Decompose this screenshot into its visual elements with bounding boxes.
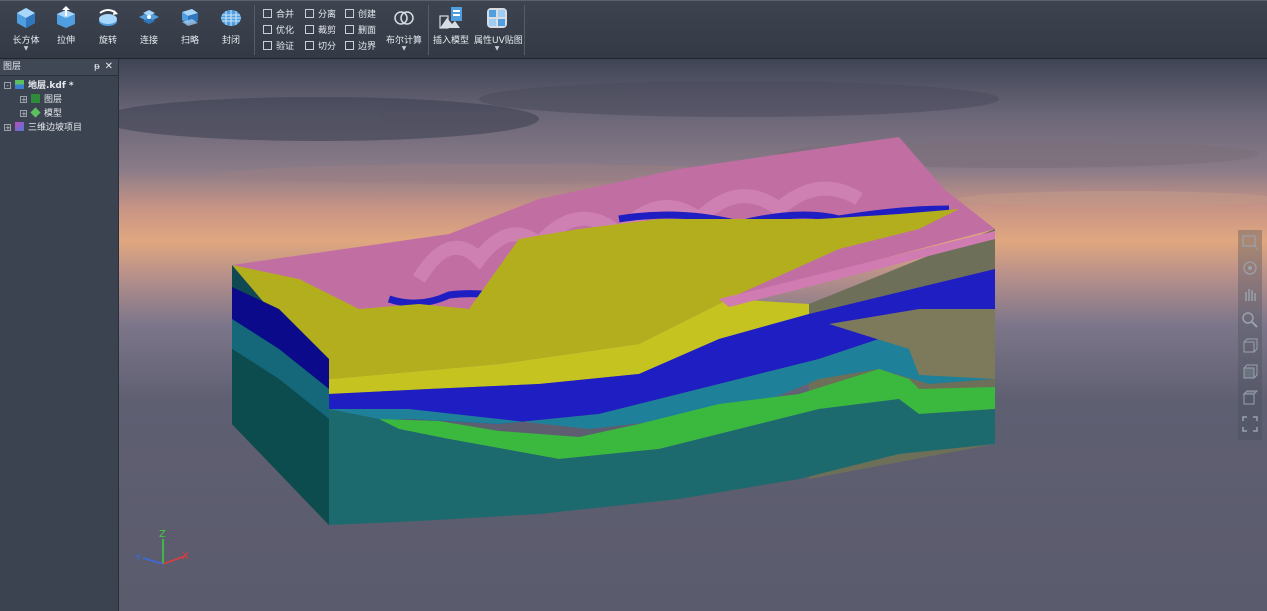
insert-model-icon [439,7,462,29]
expand-icon[interactable]: + [20,96,27,104]
boundary-icon [345,41,354,50]
scene-canvas[interactable]: Z X Y [119,59,1267,611]
pin-icon[interactable]: ᵽ [94,59,100,75]
layer-file-icon [15,80,24,89]
close-mesh-label: 封闭 [221,36,240,46]
close-mesh-button[interactable]: 封闭 [211,6,251,54]
pan-hand-icon[interactable] [1240,284,1260,304]
zoom-icon[interactable] [1240,310,1260,330]
side-view-icon[interactable] [1240,362,1260,382]
split-button[interactable]: 切分 [305,40,336,55]
close-mesh-icon [221,10,241,26]
box-select-icon[interactable] [1240,232,1260,252]
separate-icon [305,9,314,18]
cuboid-button[interactable]: 长方体 ▼ [6,6,46,54]
tree-item-layer-file[interactable]: - 地层.kdf * [4,79,74,93]
layer-panel: 图层 ᵽ ✕ - 地层.kdf * + 图层 + 模型 + 三维边坡项目 [0,59,119,611]
boolean-button[interactable]: 布尔计算 ▼ [383,6,425,54]
insert-model-label: 插入模型 [432,36,469,46]
verify-button[interactable]: 验证 [263,40,294,55]
connect-icon [139,10,159,24]
layer-group-icon [31,94,40,103]
extrude-icon [57,6,75,28]
tree-item-models[interactable]: + 模型 [20,107,62,121]
merge-button[interactable]: 合并 [263,8,294,23]
create-label: 创建 [358,10,377,20]
extrude-label: 拉伸 [56,36,75,46]
optimize-button[interactable]: 优化 [263,24,294,39]
separate-label: 分离 [318,10,337,20]
collapse-icon[interactable]: - [4,82,11,90]
layer-panel-title: 图层 [3,62,22,72]
sweep-button[interactable]: 扫略 [170,6,210,54]
view-toolbar [1238,230,1262,440]
cuboid-icon [17,8,35,28]
sweep-icon [182,9,198,26]
split-icon [305,41,314,50]
rotate-label: 旋转 [98,36,117,46]
boolean-icon [394,11,414,25]
connect-button[interactable]: 连接 [129,6,169,54]
boundary-label: 边界 [358,42,377,52]
axis-z-label: Z [159,529,166,540]
tree-item-label: 三维边坡项目 [28,123,83,133]
model-icon [30,107,41,118]
boundary-button[interactable]: 边界 [345,40,376,55]
tree-item-project[interactable]: + 三维边坡项目 [4,121,82,135]
create-icon [345,9,354,18]
uv-texture-button[interactable]: 属性UV贴图 ▼ [474,6,523,54]
fit-view-icon[interactable] [1240,414,1260,434]
dropdown-arrow-icon[interactable]: ▼ [383,46,425,52]
tree-item-layers[interactable]: + 图层 [20,93,62,107]
expand-icon[interactable]: + [20,110,27,118]
tree-item-label: 模型 [44,109,63,119]
merge-label: 合并 [276,10,295,20]
front-view-icon[interactable] [1240,336,1260,356]
tree-item-label: 图层 [44,95,63,105]
clip-label: 裁剪 [318,26,337,36]
top-view-icon[interactable] [1240,388,1260,408]
rotate-button[interactable]: 旋转 [88,6,128,54]
delete-face-button[interactable]: 删面 [345,24,376,39]
extrude-button[interactable]: 拉伸 [46,6,86,54]
toolbar-separator [524,5,525,55]
dropdown-arrow-icon[interactable]: ▼ [6,46,46,52]
clip-icon [305,25,314,34]
separate-button[interactable]: 分离 [305,8,336,23]
axis-y-label: Y [134,553,142,564]
delete-face-label: 删面 [358,26,377,36]
3d-viewport[interactable]: Z X Y [119,59,1267,611]
clip-button[interactable]: 裁剪 [305,24,336,39]
tree-item-label: 地层.kdf * [28,81,74,91]
optimize-label: 优化 [276,26,295,36]
toolbar-separator [254,5,255,55]
rotate-icon [99,9,118,26]
optimize-icon [263,25,272,34]
insert-model-button[interactable]: 插入模型 [431,6,471,54]
uv-texture-icon [487,8,507,28]
axis-x-label: X [182,551,189,562]
orbit-icon[interactable] [1240,258,1260,278]
split-label: 切分 [318,42,337,52]
delete-face-icon [345,25,354,34]
project-icon [15,122,24,131]
verify-label: 验证 [276,42,295,52]
toolbar: 长方体 ▼ 拉伸 旋转 连接 扫略 封闭 合并 优化 验证 分离 裁剪 切分 创… [0,0,1267,59]
verify-icon [263,41,272,50]
create-button[interactable]: 创建 [345,8,376,23]
toolbar-separator [428,5,429,55]
dropdown-arrow-icon[interactable]: ▼ [474,46,520,52]
sweep-label: 扫略 [180,36,199,46]
layer-panel-header: 图层 ᵽ ✕ [0,59,118,76]
connect-label: 连接 [139,36,158,46]
expand-icon[interactable]: + [4,124,11,132]
merge-icon [263,9,272,18]
close-icon[interactable]: ✕ [105,59,113,75]
